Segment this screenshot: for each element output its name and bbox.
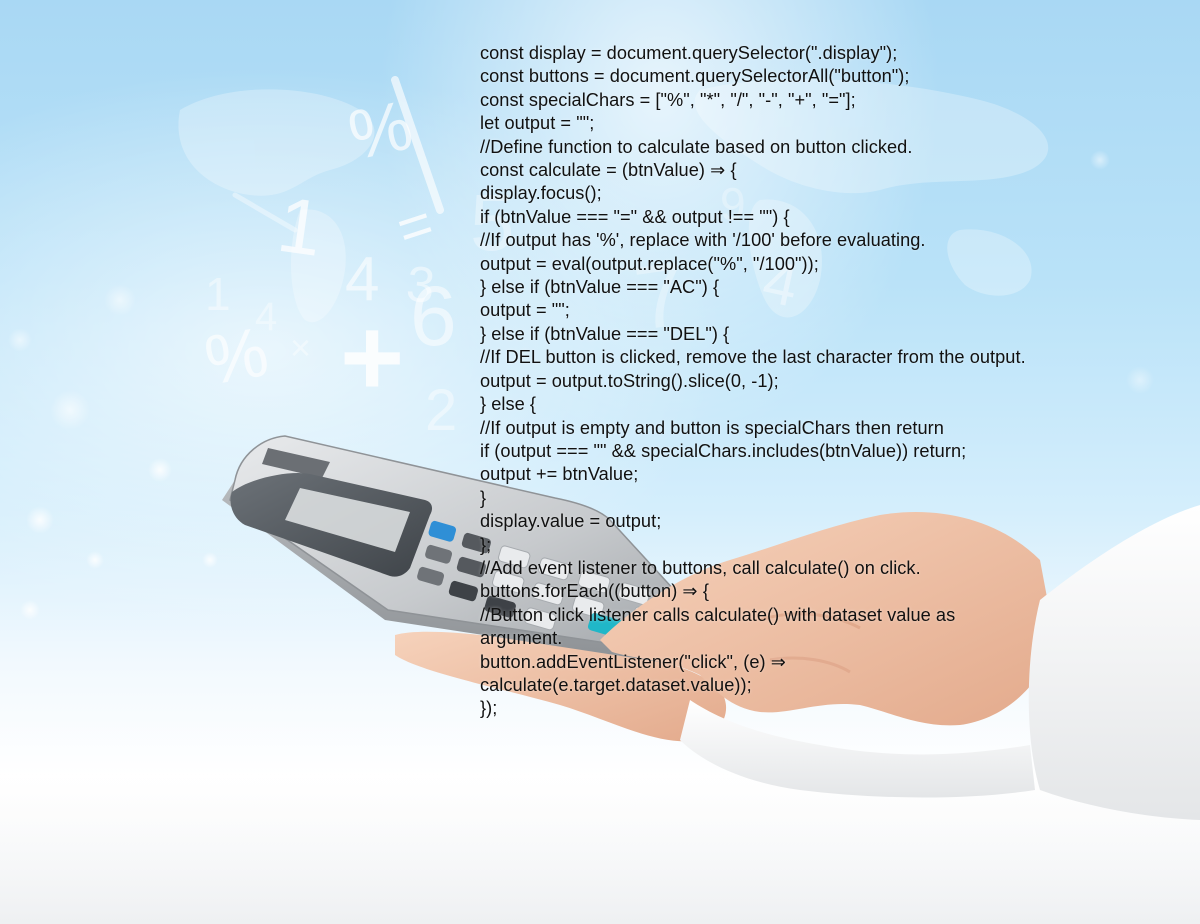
code-line: if (btnValue === "=" && output !== "") { bbox=[480, 206, 790, 227]
code-comment-line: //Define function to calculate based on … bbox=[480, 136, 913, 157]
code-line: output = output.toString().slice(0, -1); bbox=[480, 370, 779, 391]
code-line: const display = document.querySelector("… bbox=[480, 43, 898, 63]
code-line: const buttons = document.querySelectorAl… bbox=[480, 66, 910, 87]
code-line: button.addEventListener("click", (e) ⇒ bbox=[480, 651, 787, 672]
code-line: }); bbox=[480, 698, 498, 719]
code-comment-line: argument. bbox=[480, 628, 563, 649]
code-line: let output = ""; bbox=[480, 113, 595, 134]
code-line: } else if (btnValue === "DEL") { bbox=[480, 323, 730, 344]
code-comment-line: //Add event listener to buttons, call ca… bbox=[480, 557, 921, 578]
code-comment-line: //Button click listener calls calculate(… bbox=[480, 604, 956, 625]
code-line: } else { bbox=[480, 394, 537, 415]
code-line: const calculate = (btnValue) ⇒ { bbox=[480, 160, 737, 181]
code-line: } else if (btnValue === "AC") { bbox=[480, 277, 720, 298]
code-comment-line: //If output is empty and button is speci… bbox=[480, 417, 944, 438]
code-line: }; bbox=[480, 534, 492, 555]
code-line: display.value = output; bbox=[480, 511, 662, 532]
code-line: display.focus(); bbox=[480, 183, 602, 204]
code-line: } bbox=[480, 487, 487, 508]
code-comment-line: //If DEL button is clicked, remove the l… bbox=[480, 347, 1026, 368]
code-line: const specialChars = ["%", "*", "/", "-"… bbox=[480, 89, 856, 110]
code-line: if (output === "" && specialChars.includ… bbox=[480, 440, 967, 461]
code-line: output = ""; bbox=[480, 300, 570, 321]
code-overlay: const display = document.querySelector("… bbox=[480, 42, 1180, 721]
code-line: output = eval(output.replace("%", "/100"… bbox=[480, 253, 819, 274]
code-comment-line: //If output has '%', replace with '/100'… bbox=[480, 230, 926, 251]
code-line: output += btnValue; bbox=[480, 464, 639, 485]
code-line: buttons.forEach((button) ⇒ { bbox=[480, 581, 709, 602]
code-line: calculate(e.target.dataset.value)); bbox=[480, 674, 752, 695]
stock-photo-scene: % 1 4 = + % 1 6 2 3 5 4 9 7 × 4 const di… bbox=[0, 0, 1200, 924]
